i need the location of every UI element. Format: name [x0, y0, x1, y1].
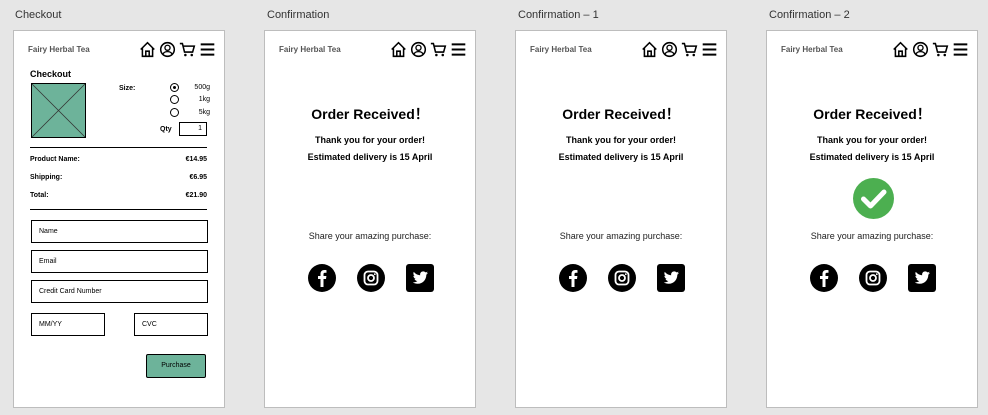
instagram-icon[interactable] — [357, 264, 385, 292]
summary-row-total: Total: €21.90 — [30, 192, 207, 199]
artboard-checkout: Fairy Herbal Tea Checkout Size: 500g 1kg… — [13, 30, 225, 408]
header-icons — [139, 41, 216, 58]
checkout-title: Checkout — [30, 69, 72, 79]
thanks-text: Thank you for your order! — [816, 135, 927, 145]
brand-name: Fairy Herbal Tea — [279, 45, 341, 54]
frame-title-confirmation-1: Confirmation – 1 — [518, 9, 599, 21]
instagram-icon[interactable] — [608, 264, 636, 292]
brand-name: Fairy Herbal Tea — [530, 45, 592, 54]
summary-value: €6.95 — [189, 174, 207, 181]
thanks-text: Thank you for your order! — [314, 135, 425, 145]
cart-icon[interactable] — [179, 41, 196, 58]
header-icons — [641, 41, 718, 58]
summary-label: Total: — [30, 192, 49, 199]
qty-label: Qty — [160, 126, 172, 133]
home-icon[interactable] — [641, 41, 658, 58]
user-icon[interactable] — [410, 41, 427, 58]
home-icon[interactable] — [139, 41, 156, 58]
artboard-confirmation: Fairy Herbal Tea Order Received！ Thank y… — [264, 30, 476, 408]
product-image-placeholder — [31, 83, 86, 138]
facebook-icon[interactable] — [810, 264, 838, 292]
cvc-field[interactable]: CVC — [134, 313, 208, 336]
size-label: Size: — [119, 85, 136, 92]
expiry-field[interactable]: MM/YY — [31, 313, 105, 336]
artboard-confirmation-2: Fairy Herbal Tea Order Received！ Thank y… — [766, 30, 978, 408]
menu-icon[interactable] — [952, 41, 969, 58]
brand-name: Fairy Herbal Tea — [781, 45, 843, 54]
cart-icon[interactable] — [430, 41, 447, 58]
email-field[interactable]: Email — [31, 250, 208, 273]
user-icon[interactable] — [661, 41, 678, 58]
qty-input[interactable]: 1 — [179, 122, 207, 136]
frame-title-confirmation-2: Confirmation – 2 — [769, 9, 850, 21]
twitter-icon[interactable] — [908, 264, 936, 292]
summary-value: €21.90 — [185, 192, 207, 199]
header-icons — [892, 41, 969, 58]
user-icon[interactable] — [159, 41, 176, 58]
order-received-title: Order Received！ — [813, 106, 931, 122]
size-option-label: 1kg — [198, 96, 210, 103]
instagram-icon[interactable] — [859, 264, 887, 292]
cart-icon[interactable] — [681, 41, 698, 58]
summary-row-shipping: Shipping: €6.95 — [30, 174, 207, 181]
radio-icon[interactable] — [170, 108, 179, 117]
radio-icon[interactable] — [170, 95, 179, 104]
twitter-icon[interactable] — [406, 264, 434, 292]
facebook-icon[interactable] — [308, 264, 336, 292]
home-icon[interactable] — [390, 41, 407, 58]
facebook-icon[interactable] — [559, 264, 587, 292]
brand-name: Fairy Herbal Tea — [28, 45, 90, 54]
frame-title-checkout: Checkout — [15, 9, 62, 21]
size-option-label: 5kg — [198, 109, 210, 116]
purchase-button[interactable]: Purchase — [146, 354, 206, 378]
delivery-text: Estimated delivery is 15 April — [307, 152, 433, 162]
frame-title-confirmation: Confirmation — [267, 9, 330, 21]
summary-value: €14.95 — [185, 156, 207, 163]
header-icons — [390, 41, 467, 58]
size-option-500g[interactable]: 500g — [170, 83, 210, 92]
size-option-label: 500g — [194, 84, 210, 91]
order-received-title: Order Received！ — [562, 106, 680, 122]
size-option-5kg[interactable]: 5kg — [170, 108, 210, 117]
summary-label: Product Name: — [30, 156, 80, 163]
menu-icon[interactable] — [199, 41, 216, 58]
summary-label: Shipping: — [30, 174, 63, 181]
cart-icon[interactable] — [932, 41, 949, 58]
radio-selected-icon[interactable] — [170, 83, 179, 92]
share-text: Share your amazing purchase: — [308, 231, 432, 241]
delivery-text: Estimated delivery is 15 April — [558, 152, 684, 162]
name-field[interactable]: Name — [31, 220, 208, 243]
size-option-1kg[interactable]: 1kg — [170, 95, 210, 104]
home-icon[interactable] — [892, 41, 909, 58]
artboard-confirmation-1: Fairy Herbal Tea Order Received！ Thank y… — [515, 30, 727, 408]
user-icon[interactable] — [912, 41, 929, 58]
menu-icon[interactable] — [450, 41, 467, 58]
order-received-title: Order Received！ — [311, 106, 429, 122]
menu-icon[interactable] — [701, 41, 718, 58]
share-text: Share your amazing purchase: — [559, 231, 683, 241]
divider — [30, 209, 207, 210]
divider — [30, 147, 207, 148]
delivery-text: Estimated delivery is 15 April — [809, 152, 935, 162]
share-text: Share your amazing purchase: — [810, 231, 934, 241]
summary-row-product: Product Name: €14.95 — [30, 156, 207, 163]
twitter-icon[interactable] — [657, 264, 685, 292]
card-number-field[interactable]: Credit Card Number — [31, 280, 208, 303]
thanks-text: Thank you for your order! — [565, 135, 676, 145]
success-check-icon — [853, 178, 894, 219]
